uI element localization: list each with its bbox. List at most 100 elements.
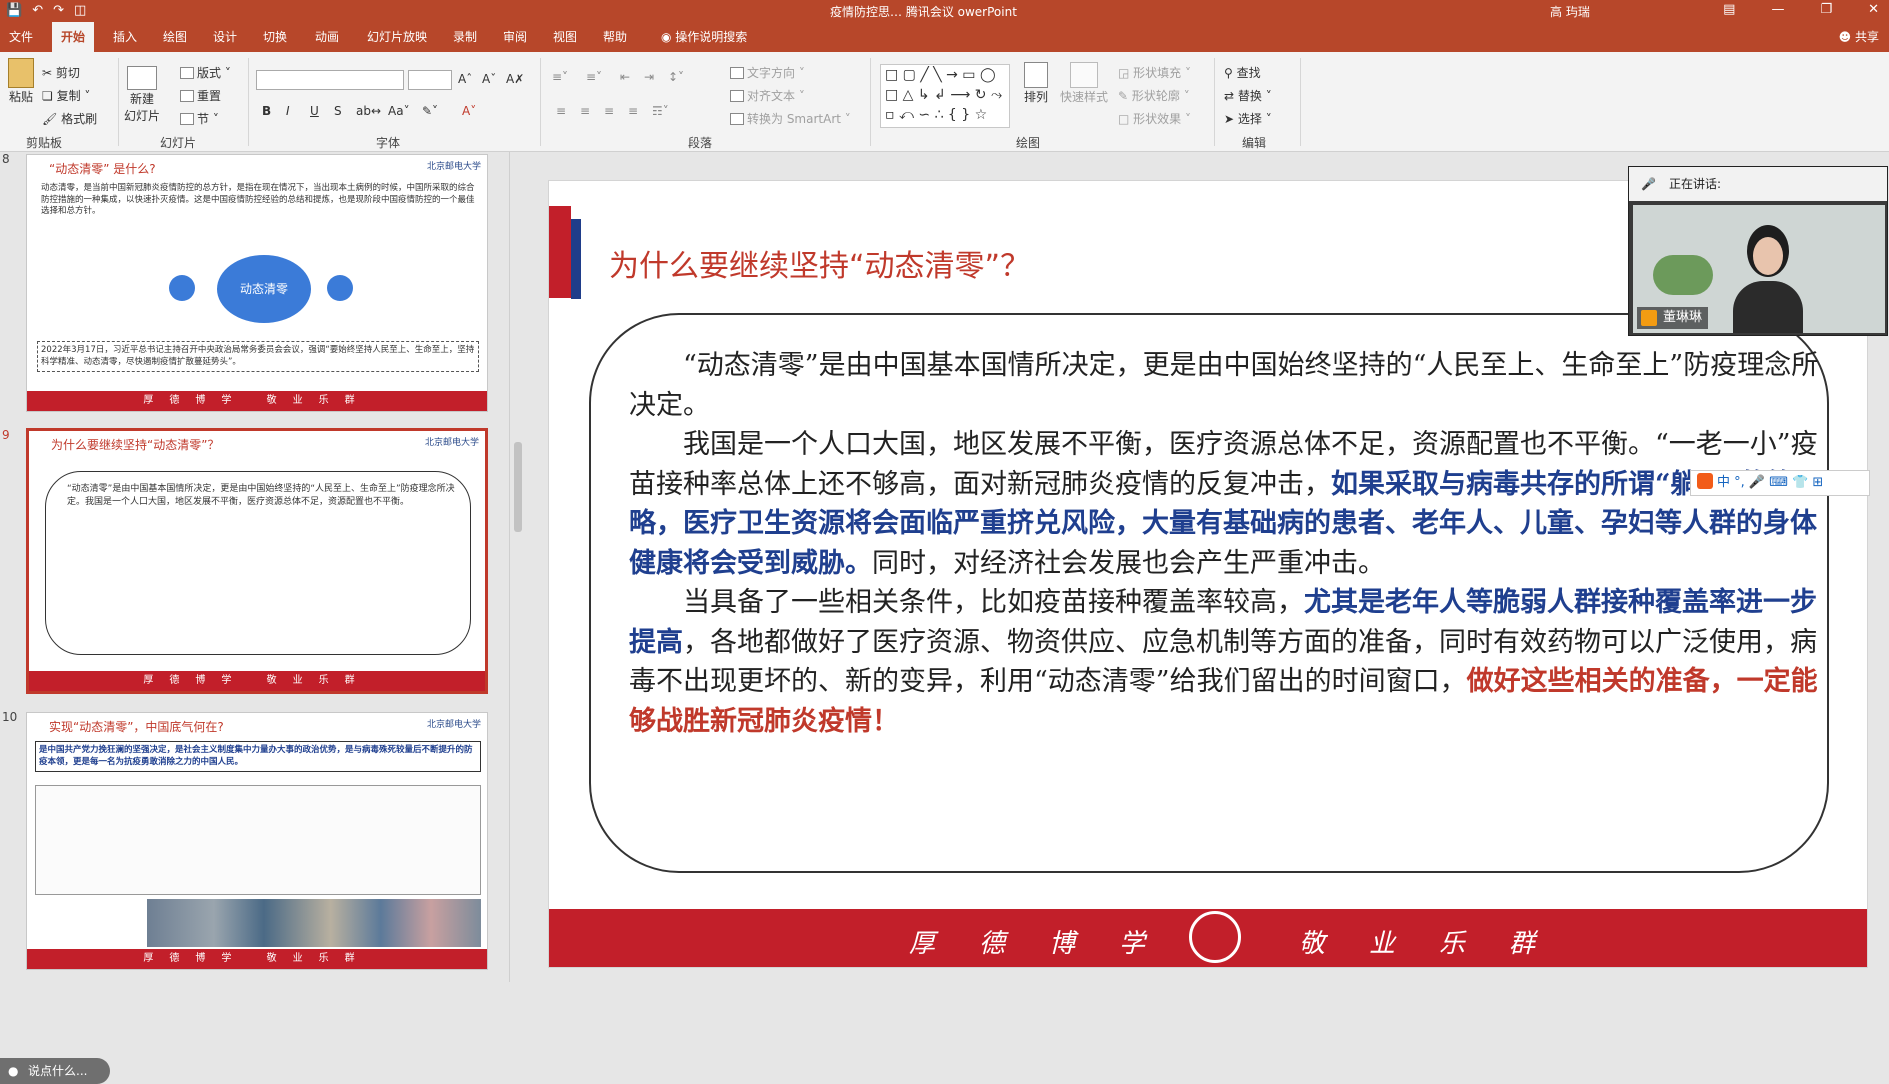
- shape-effects-button[interactable]: □ 形状效果 ˅: [1118, 110, 1191, 127]
- shape-outline-button[interactable]: ✎ 形状轮廓 ˅: [1118, 87, 1190, 104]
- shapes-row-1: □ ▢ ╱ ╲ → ▭ ◯: [885, 67, 996, 83]
- shapes-gallery[interactable]: □ ▢ ╱ ╲ → ▭ ◯ □ △ ↳ ↲ ⟶ ↻ ⤳ ▫ ⤺ ∽ ∴ { } …: [880, 64, 1010, 128]
- slide-thumbnail-9[interactable]: 为什么要继续坚持“动态清零”？ 北京邮电大学 “动态清零”是由中国基本国情所决定…: [26, 428, 488, 694]
- slide-thumbnail-8[interactable]: “动态清零” 是什么? 北京邮电大学 动态清零，是当前中国新冠肺炎疫情防控的总方…: [26, 154, 488, 412]
- smartart-button[interactable]: 转换为 SmartArt ˅: [730, 110, 851, 127]
- share-button[interactable]: ☻ 共享: [1839, 22, 1879, 52]
- quick-styles-button[interactable]: 快速样式: [1060, 62, 1108, 105]
- align-center-icon[interactable]: ≡: [580, 104, 590, 118]
- tab-draw[interactable]: 绘图: [154, 22, 196, 52]
- shapes-row-3: ▫ ⤺ ∽ ∴ { } ☆: [885, 107, 988, 123]
- increase-indent-icon[interactable]: ⇥: [644, 70, 654, 84]
- camera-feed[interactable]: 董琳琳: [1633, 205, 1885, 333]
- align-right-icon[interactable]: ≡: [604, 104, 614, 118]
- new-slide-button[interactable]: 新建 幻灯片: [124, 66, 160, 124]
- slide-body-text[interactable]: “动态清零”是由中国基本国情所决定，更是由中国始终坚持的“人民至上、生命至上”防…: [629, 346, 1819, 741]
- tab-home[interactable]: 开始: [52, 22, 95, 52]
- justify-icon[interactable]: ≡: [628, 104, 638, 118]
- text-highlight-icon[interactable]: ✎˅: [422, 104, 438, 118]
- tab-insert[interactable]: 插入: [104, 22, 146, 52]
- bullets-icon[interactable]: ≡˅: [552, 70, 568, 84]
- slide-thumbnail-panel[interactable]: 8 “动态清零” 是什么? 北京邮电大学 动态清零，是当前中国新冠肺炎疫情防控的…: [0, 152, 510, 1084]
- select-button[interactable]: ➤ 选择 ˅: [1224, 110, 1272, 127]
- slide-thumbnail-10[interactable]: 实现“动态清零”，中国底气何在? 北京邮电大学 是中国共产党力挽狂澜的坚强决定，…: [26, 712, 488, 970]
- arrange-button[interactable]: 排列: [1024, 62, 1048, 105]
- maximize-icon[interactable]: ❐: [1820, 2, 1832, 17]
- tab-record[interactable]: 录制: [444, 22, 486, 52]
- close-icon[interactable]: ✕: [1868, 2, 1879, 17]
- slide-title[interactable]: 为什么要继续坚持“动态清零”？: [609, 241, 1030, 285]
- slide-footer-band: 厚 德 博 学 敬 业 乐 群: [549, 909, 1867, 967]
- text-direction-button[interactable]: 文字方向 ˅: [730, 64, 805, 81]
- comment-input[interactable]: ● 说点什么...: [0, 1058, 110, 1084]
- ribbon-display-icon[interactable]: ▤: [1723, 2, 1735, 17]
- numbering-icon[interactable]: ≡˅: [586, 70, 602, 84]
- decrease-indent-icon[interactable]: ⇤: [620, 70, 630, 84]
- tab-review[interactable]: 审阅: [494, 22, 536, 52]
- find-button[interactable]: ⚲ 查找: [1224, 64, 1261, 81]
- align-text-button[interactable]: 对齐文本 ˅: [730, 87, 805, 104]
- save-icon[interactable]: 💾: [6, 3, 22, 18]
- paint-bucket-icon: ◲: [1118, 66, 1130, 80]
- thumb8-right-icon: [327, 275, 353, 301]
- footer-char-5: 敬: [1299, 929, 1326, 959]
- clipboard-icon: [8, 58, 34, 88]
- tell-me-search[interactable]: ◉ 操作说明搜索: [652, 22, 756, 52]
- window-title: 疫情防控思… 腾讯会议 owerPoint: [830, 5, 1017, 19]
- user-name[interactable]: 高 玙瑞: [1550, 3, 1590, 20]
- columns-icon[interactable]: ☶˅: [652, 104, 669, 118]
- thumbnail-scrollbar[interactable]: [512, 152, 524, 982]
- ribbon-tabs: 文件 开始 插入 绘图 设计 切换 动画 幻灯片放映 录制 审阅 视图 帮助 ◉…: [0, 22, 1889, 52]
- title-bar: 💾 ↶ ↷ ◫ 疫情防控思… 腾讯会议 owerPoint 高 玙瑞 ▤ — ❐…: [0, 0, 1889, 22]
- new-slide-icon: [127, 66, 157, 90]
- section-button[interactable]: 节 ˅: [180, 110, 219, 127]
- footer-char-2: 德: [979, 929, 1006, 959]
- present-icon[interactable]: ◫: [74, 3, 86, 18]
- scissors-icon: ✂: [42, 66, 53, 80]
- ime-toolbar[interactable]: 中 °, 🎤 ⌨ 👕 ⊞: [1690, 470, 1870, 496]
- replace-button[interactable]: ⇄ 替换 ˅: [1224, 87, 1272, 104]
- redo-icon[interactable]: ↷: [53, 3, 64, 18]
- scrollbar-thumb[interactable]: [514, 442, 522, 532]
- tab-transitions[interactable]: 切换: [254, 22, 296, 52]
- line-spacing-icon[interactable]: ↕˅: [668, 70, 684, 84]
- tab-file[interactable]: 文件: [0, 22, 42, 52]
- clear-format-icon[interactable]: A✗: [506, 72, 524, 86]
- reset-icon: [180, 90, 194, 102]
- meeting-video-overlay[interactable]: 🎤 正在讲话: 董琳琳: [1628, 166, 1888, 336]
- align-left-icon[interactable]: ≡: [556, 104, 566, 118]
- tab-help[interactable]: 帮助: [594, 22, 636, 52]
- shapes-row-2: □ △ ↳ ↲ ⟶ ↻ ⤳: [885, 87, 1003, 103]
- slide-number-8: 8: [2, 152, 10, 166]
- font-size-combo[interactable]: [408, 70, 452, 90]
- font-name-combo[interactable]: [256, 70, 404, 90]
- cut-button[interactable]: ✂ 剪切: [42, 64, 80, 81]
- tab-design[interactable]: 设计: [204, 22, 246, 52]
- thumb8-circle: 动态清零: [217, 255, 311, 323]
- underline-button[interactable]: U: [310, 104, 319, 118]
- thumb9-logo: 北京邮电大学: [424, 438, 479, 448]
- slide-number-10: 10: [2, 710, 18, 724]
- tab-animations[interactable]: 动画: [306, 22, 348, 52]
- format-painter-button[interactable]: 🖌 格式刷: [42, 110, 97, 127]
- bold-button[interactable]: B: [262, 104, 271, 118]
- tab-slideshow[interactable]: 幻灯片放映: [358, 22, 436, 52]
- grow-font-icon[interactable]: Aˆ: [458, 72, 472, 86]
- reset-button[interactable]: 重置: [180, 87, 221, 104]
- change-case-icon[interactable]: Aa˅: [388, 104, 410, 118]
- minimize-icon[interactable]: —: [1771, 2, 1784, 17]
- font-color-icon[interactable]: A˅: [462, 104, 476, 118]
- char-spacing-icon[interactable]: ab↔: [356, 104, 381, 118]
- shrink-font-icon[interactable]: Aˇ: [482, 72, 496, 86]
- copy-button[interactable]: ❏ 复制 ˅: [42, 87, 90, 104]
- paste-button[interactable]: 粘贴: [6, 58, 36, 105]
- thumb10-title: 实现“动态清零”，中国底气何在?: [49, 720, 224, 734]
- user-avatar-icon: [1641, 310, 1657, 326]
- layout-button[interactable]: 版式 ˅: [180, 64, 231, 81]
- strikethrough-button[interactable]: S: [334, 104, 342, 118]
- tab-view[interactable]: 视图: [544, 22, 586, 52]
- undo-icon[interactable]: ↶: [32, 3, 43, 18]
- paragraph-group-label: 段落: [688, 136, 713, 150]
- shape-fill-button[interactable]: ◲ 形状填充 ˅: [1118, 64, 1191, 81]
- italic-button[interactable]: I: [286, 104, 290, 118]
